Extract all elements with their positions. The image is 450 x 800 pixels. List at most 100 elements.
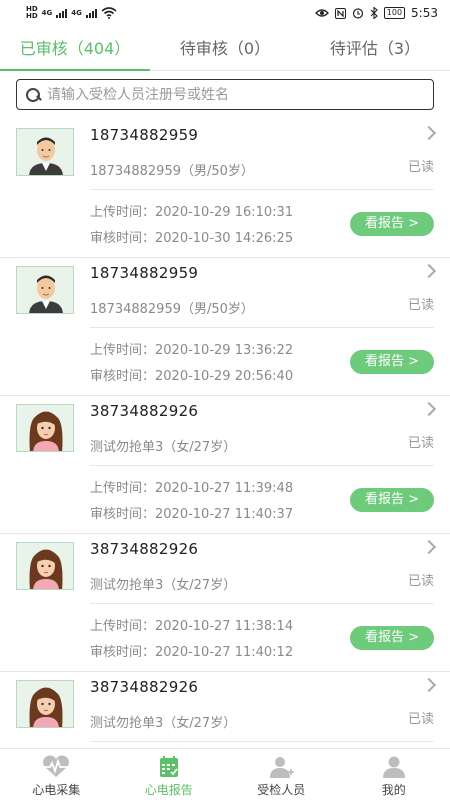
divider [90,465,434,466]
person-icon [382,756,405,778]
time-info: 上传时间：2020-10-29 16:10:31 审核时间：2020-10-30 … [90,200,293,252]
registration-number: 18734882959 [90,264,199,282]
review-time: 2020-10-29 20:56:40 [155,369,294,384]
record-list[interactable]: 18734882959 18734882959（男/50岁） 已读 上传时间：2020… [0,120,450,748]
person-info: 18734882959（男/50岁） [90,164,254,179]
search-input[interactable] [47,86,417,103]
review-time-row: 审核时间：2020-10-27 11:40:12 [90,640,293,666]
tab-pending-review[interactable]: 待审核（0） [150,30,300,70]
read-status: 已读 [407,436,434,451]
review-time: 2020-10-27 11:40:12 [155,645,294,660]
divider [90,603,434,604]
view-report-button[interactable]: 看报告 > [350,212,434,236]
upload-time-row: 上传时间：2020-10-29 16:10:31 [90,200,293,226]
upload-time-row: 上传时间：2020-10-27 11:39:48 [90,476,293,502]
upload-time-label: 上传时间： [90,205,156,220]
clock: 5:53 [411,6,438,20]
tab-pending-evaluation[interactable]: 待评估（3） [300,30,450,70]
status-right: 100 5:53 [314,6,438,20]
female-avatar [16,404,74,452]
view-report-button[interactable]: 看报告 > [350,350,434,374]
review-time: 2020-10-30 14:26:25 [155,231,294,246]
eye-icon [314,9,329,17]
network-type: 4G [41,8,53,17]
divider [90,327,434,328]
divider [90,189,434,190]
female-avatar [16,542,74,590]
nav-label: 我的 [381,783,406,797]
female-avatar [16,680,74,728]
chevron-right-icon[interactable] [421,677,437,693]
time-info: 上传时间：2020-10-29 13:36:22 审核时间：2020-10-29 … [90,338,293,390]
nav-mine[interactable]: 我的 [338,749,450,800]
upload-time-label: 上传时间： [90,481,156,496]
status-tabs: 已审核（404） 待审核（0） 待评估（3） [0,30,450,71]
read-status: 已读 [407,712,434,727]
battery-icon: 100 [383,7,406,19]
search-icon [25,87,41,103]
review-time-row: 审核时间：2020-10-27 11:40:37 [90,502,293,528]
status-bar: HD HD 4G 4G 100 5:53 [0,0,450,26]
nav-ecg-report[interactable]: 心电报告 [113,749,226,800]
list-item[interactable]: 38734882926 测试勿抢单3（女/27岁） 已读 上传时间：2020-10-2… [0,534,450,672]
hd-tags: HD HD [26,6,38,20]
time-info: 上传时间：2020-10-27 11:38:14 审核时间：2020-10-27 … [90,614,293,666]
search-box[interactable] [16,79,434,110]
upload-time-row: 上传时间：2020-10-27 11:38:14 [90,614,293,640]
signal-icon [85,8,97,18]
list-item[interactable]: 38734882926 测试勿抢单3（女/27岁） 已读 [0,672,450,748]
wifi-icon [101,7,117,19]
upload-time: 2020-10-27 11:38:14 [155,619,294,634]
tab-reviewed[interactable]: 已审核（404） [0,30,150,71]
review-time-row: 审核时间：2020-10-30 14:26:25 [90,226,293,252]
heartbeat-icon [42,755,71,777]
review-time-label: 审核时间： [90,507,156,522]
registration-number: 38734882926 [90,678,199,696]
registration-number: 38734882926 [90,540,199,558]
registration-number: 38734882926 [90,402,199,420]
nav-ecg-collect[interactable]: 心电采集 [0,749,113,800]
chevron-right-icon[interactable] [421,401,437,417]
nav-label: 心电报告 [144,783,193,797]
network-type: 4G [71,8,82,17]
male-avatar [16,128,74,176]
bottom-nav: 心电采集 心电报告 受检人员 我的 [0,748,450,800]
registration-number: 18734882959 [90,126,199,144]
signal-icon [56,8,68,18]
review-time-row: 审核时间：2020-10-29 20:56:40 [90,364,293,390]
alarm-icon [352,8,363,19]
review-time-label: 审核时间： [90,645,156,660]
review-time-label: 审核时间： [90,369,156,384]
read-status: 已读 [407,574,434,589]
read-status: 已读 [407,298,434,313]
upload-time: 2020-10-29 13:36:22 [155,343,294,358]
upload-time-label: 上传时间： [90,619,156,634]
divider [90,741,434,742]
time-info: 上传时间：2020-10-27 11:39:48 审核时间：2020-10-27 … [90,476,293,528]
status-left: HD HD 4G 4G [26,6,117,20]
list-item[interactable]: 18734882959 18734882959（男/50岁） 已读 上传时间：2020… [0,120,450,258]
review-time-label: 审核时间： [90,231,156,246]
calendar-report-icon [159,756,178,777]
male-avatar [16,266,74,314]
upload-time: 2020-10-29 16:10:31 [155,205,294,220]
person-info: 18734882959（男/50岁） [90,302,254,317]
chevron-right-icon[interactable] [421,125,437,141]
person-info: 测试勿抢单3（女/27岁） [90,716,237,731]
list-item[interactable]: 18734882959 18734882959（男/50岁） 已读 上传时间：2020… [0,258,450,396]
upload-time-row: 上传时间：2020-10-29 13:36:22 [90,338,293,364]
nfc-icon [334,7,346,19]
chevron-right-icon[interactable] [421,263,437,279]
review-time: 2020-10-27 11:40:37 [155,507,294,522]
read-status: 已读 [407,160,434,175]
list-item[interactable]: 38734882926 测试勿抢单3（女/27岁） 已读 上传时间：2020-10-2… [0,396,450,534]
view-report-button[interactable]: 看报告 > [350,488,434,512]
chevron-right-icon[interactable] [421,539,437,555]
nav-label: 心电采集 [32,783,81,797]
nav-subjects[interactable]: 受检人员 [225,749,338,800]
person-info: 测试勿抢单3（女/27岁） [90,578,237,593]
view-report-button[interactable]: 看报告 > [350,626,434,650]
upload-time-label: 上传时间： [90,343,156,358]
hd-tag: HD [26,12,38,20]
nav-label: 受检人员 [257,783,306,797]
